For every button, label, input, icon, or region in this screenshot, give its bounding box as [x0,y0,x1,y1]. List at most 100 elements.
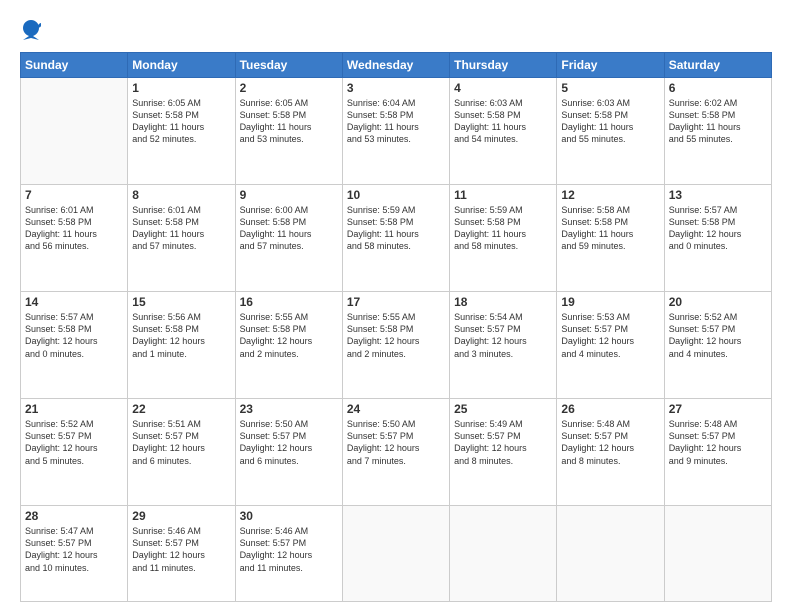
calendar-cell: 29Sunrise: 5:46 AM Sunset: 5:57 PM Dayli… [128,506,235,602]
day-number: 28 [25,509,123,523]
day-number: 4 [454,81,552,95]
day-number: 25 [454,402,552,416]
calendar-week-3: 14 Sunrise: 5:57 AM Sunset: 5:58 PM Dayli… [21,292,772,399]
calendar-header-wednesday: Wednesday [342,53,449,78]
day-info: Sunrise: 5:59 AM Sunset: 5:58 PM Dayligh… [347,204,445,253]
day-number: 29 [132,509,230,523]
day-number: 16 [240,295,338,309]
calendar-cell: 2Sunrise: 6:05 AM Sunset: 5:58 PM Daylig… [235,78,342,185]
calendar-header-tuesday: Tuesday [235,53,342,78]
day-info: Sunrise: 5:57 AM Sunset: 5:58 PM Dayligh… [25,311,123,360]
calendar-cell: 22Sunrise: 5:51 AM Sunset: 5:57 PM Dayli… [128,399,235,506]
day-number: 1 [132,81,230,95]
day-info: Sunrise: 5:52 AM Sunset: 5:57 PM Dayligh… [669,311,767,360]
calendar-cell: 5 Sunrise: 6:03 AM Sunset: 5:58 PM Daylig… [557,78,664,185]
day-number: 14 [25,295,123,309]
day-info: Sunrise: 5:59 AM Sunset: 5:58 PM Dayligh… [454,204,552,253]
calendar-header-sunday: Sunday [21,53,128,78]
calendar-cell: 13Sunrise: 5:57 AM Sunset: 5:58 PM Dayli… [664,185,771,292]
day-info: Sunrise: 5:47 AM Sunset: 5:57 PM Dayligh… [25,525,123,574]
calendar-cell [21,78,128,185]
calendar-cell [664,506,771,602]
day-number: 17 [347,295,445,309]
day-number: 9 [240,188,338,202]
calendar-cell: 3 Sunrise: 6:04 AM Sunset: 5:58 PM Daylig… [342,78,449,185]
day-info: Sunrise: 5:48 AM Sunset: 5:57 PM Dayligh… [669,418,767,467]
day-info: Sunrise: 5:49 AM Sunset: 5:57 PM Dayligh… [454,418,552,467]
calendar-cell: 10 Sunrise: 5:59 AM Sunset: 5:58 PM Dayli… [342,185,449,292]
day-number: 19 [561,295,659,309]
calendar-cell: 11 Sunrise: 5:59 AM Sunset: 5:58 PM Dayli… [450,185,557,292]
calendar-cell: 7 Sunrise: 6:01 AM Sunset: 5:58 PM Daylig… [21,185,128,292]
header [20,18,772,42]
day-info: Sunrise: 5:58 AM Sunset: 5:58 PM Dayligh… [561,204,659,253]
day-info: Sunrise: 5:51 AM Sunset: 5:57 PM Dayligh… [132,418,230,467]
calendar-header-friday: Friday [557,53,664,78]
day-info: Sunrise: 5:56 AM Sunset: 5:58 PM Dayligh… [132,311,230,360]
calendar-cell: 8Sunrise: 6:01 AM Sunset: 5:58 PM Daylig… [128,185,235,292]
calendar-week-5: 28 Sunrise: 5:47 AM Sunset: 5:57 PM Dayli… [21,506,772,602]
calendar-cell [450,506,557,602]
day-number: 26 [561,402,659,416]
day-number: 11 [454,188,552,202]
day-info: Sunrise: 6:02 AM Sunset: 5:58 PM Dayligh… [669,97,767,146]
calendar-cell: 18 Sunrise: 5:54 AM Sunset: 5:57 PM Dayli… [450,292,557,399]
day-number: 13 [669,188,767,202]
logo-bird-icon [21,18,41,42]
calendar-cell: 14 Sunrise: 5:57 AM Sunset: 5:58 PM Dayli… [21,292,128,399]
calendar-header-monday: Monday [128,53,235,78]
day-info: Sunrise: 5:55 AM Sunset: 5:58 PM Dayligh… [240,311,338,360]
day-number: 15 [132,295,230,309]
day-number: 12 [561,188,659,202]
logo [20,18,43,42]
calendar-cell: 23Sunrise: 5:50 AM Sunset: 5:57 PM Dayli… [235,399,342,506]
day-number: 8 [132,188,230,202]
day-number: 5 [561,81,659,95]
day-number: 6 [669,81,767,95]
calendar-cell: 15 Sunrise: 5:56 AM Sunset: 5:58 PM Dayli… [128,292,235,399]
day-number: 7 [25,188,123,202]
day-number: 18 [454,295,552,309]
day-info: Sunrise: 6:03 AM Sunset: 5:58 PM Dayligh… [561,97,659,146]
calendar-cell: 6 Sunrise: 6:02 AM Sunset: 5:58 PM Daylig… [664,78,771,185]
calendar-cell [342,506,449,602]
day-info: Sunrise: 6:05 AM Sunset: 5:58 PM Dayligh… [240,97,338,146]
day-number: 3 [347,81,445,95]
calendar-cell [557,506,664,602]
calendar-cell: 9Sunrise: 6:00 AM Sunset: 5:58 PM Daylig… [235,185,342,292]
day-number: 27 [669,402,767,416]
day-number: 10 [347,188,445,202]
day-info: Sunrise: 6:01 AM Sunset: 5:58 PM Dayligh… [25,204,123,253]
day-info: Sunrise: 6:03 AM Sunset: 5:58 PM Dayligh… [454,97,552,146]
calendar-week-4: 21Sunrise: 5:52 AM Sunset: 5:57 PM Dayli… [21,399,772,506]
calendar-cell: 19 Sunrise: 5:53 AM Sunset: 5:57 PM Dayli… [557,292,664,399]
calendar-cell: 17 Sunrise: 5:55 AM Sunset: 5:58 PM Dayli… [342,292,449,399]
day-info: Sunrise: 5:52 AM Sunset: 5:57 PM Dayligh… [25,418,123,467]
calendar-week-1: 1 Sunrise: 6:05 AM Sunset: 5:58 PM Daylig… [21,78,772,185]
calendar-cell: 20 Sunrise: 5:52 AM Sunset: 5:57 PM Dayli… [664,292,771,399]
day-number: 24 [347,402,445,416]
calendar-cell: 1 Sunrise: 6:05 AM Sunset: 5:58 PM Daylig… [128,78,235,185]
day-info: Sunrise: 5:50 AM Sunset: 5:57 PM Dayligh… [347,418,445,467]
calendar-cell: 4 Sunrise: 6:03 AM Sunset: 5:58 PM Daylig… [450,78,557,185]
calendar-header-thursday: Thursday [450,53,557,78]
day-info: Sunrise: 6:04 AM Sunset: 5:58 PM Dayligh… [347,97,445,146]
calendar-cell: 28 Sunrise: 5:47 AM Sunset: 5:57 PM Dayli… [21,506,128,602]
day-number: 20 [669,295,767,309]
day-info: Sunrise: 5:50 AM Sunset: 5:57 PM Dayligh… [240,418,338,467]
day-info: Sunrise: 5:46 AM Sunset: 5:57 PM Dayligh… [240,525,338,574]
calendar-cell: 24 Sunrise: 5:50 AM Sunset: 5:57 PM Dayli… [342,399,449,506]
day-info: Sunrise: 5:53 AM Sunset: 5:57 PM Dayligh… [561,311,659,360]
day-info: Sunrise: 5:48 AM Sunset: 5:57 PM Dayligh… [561,418,659,467]
calendar-cell: 27 Sunrise: 5:48 AM Sunset: 5:57 PM Dayli… [664,399,771,506]
calendar-cell: 30 Sunrise: 5:46 AM Sunset: 5:57 PM Dayli… [235,506,342,602]
calendar-body: 1 Sunrise: 6:05 AM Sunset: 5:58 PM Daylig… [21,78,772,602]
day-number: 30 [240,509,338,523]
calendar-week-2: 7 Sunrise: 6:01 AM Sunset: 5:58 PM Daylig… [21,185,772,292]
calendar-cell: 21Sunrise: 5:52 AM Sunset: 5:57 PM Dayli… [21,399,128,506]
day-info: Sunrise: 5:54 AM Sunset: 5:57 PM Dayligh… [454,311,552,360]
calendar-cell: 16 Sunrise: 5:55 AM Sunset: 5:58 PM Dayli… [235,292,342,399]
day-info: Sunrise: 5:55 AM Sunset: 5:58 PM Dayligh… [347,311,445,360]
day-info: Sunrise: 6:05 AM Sunset: 5:58 PM Dayligh… [132,97,230,146]
calendar-cell: 12 Sunrise: 5:58 AM Sunset: 5:58 PM Dayli… [557,185,664,292]
